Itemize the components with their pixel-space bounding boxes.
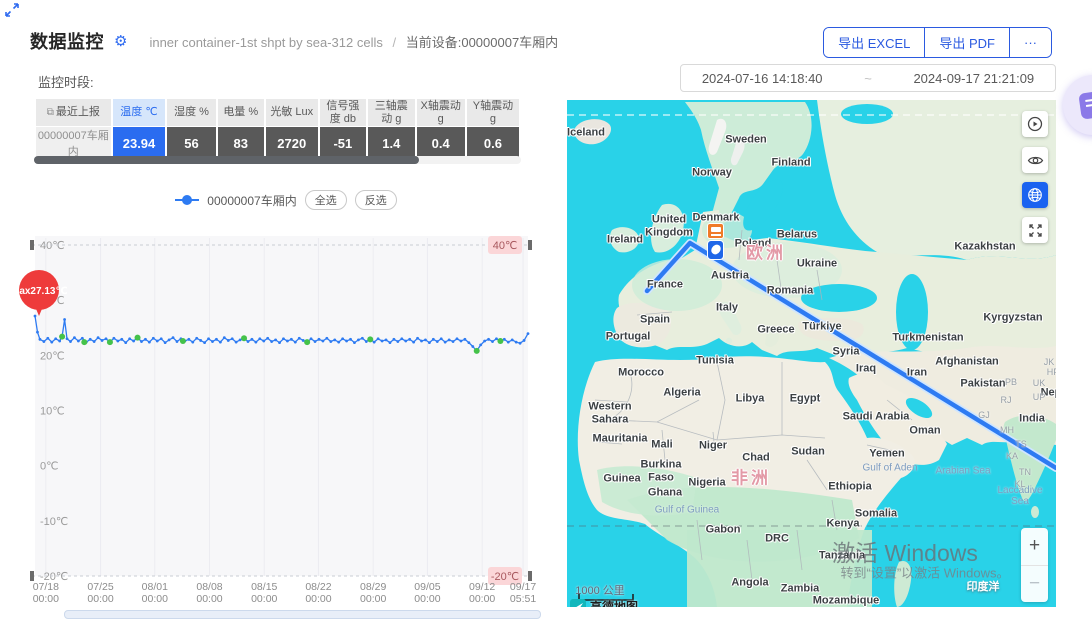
svg-text:max27.13℃: max27.13℃	[10, 286, 67, 297]
column-humidity[interactable]: 湿度 %	[167, 99, 215, 126]
chart-legend: 00000007车厢内 全选 反选	[30, 190, 542, 210]
svg-text:08/1500:00: 08/1500:00	[251, 581, 277, 605]
svg-text:08/0100:00: 08/0100:00	[142, 581, 168, 605]
vehicle-pin-icon	[707, 240, 724, 260]
svg-text:40℃: 40℃	[493, 240, 518, 252]
svg-text:09/0500:00: 09/0500:00	[414, 581, 440, 605]
zoom-out-button[interactable]: −	[1021, 566, 1048, 603]
svg-text:20℃: 20℃	[40, 350, 65, 362]
export-pdf-button[interactable]: 导出 PDF	[924, 28, 1009, 57]
svg-text:10℃: 10℃	[40, 406, 65, 418]
svg-text:07/1800:00: 07/1800:00	[33, 581, 59, 605]
device-data-table: ⧉最近上报 温度 ℃ 湿度 % 电量 % 光敏 Lux 信号强度 db 三轴震动…	[34, 98, 521, 160]
play-route-button[interactable]	[1022, 111, 1048, 137]
column-temperature[interactable]: 温度 ℃	[113, 99, 166, 126]
cell-signal[interactable]: -51	[320, 127, 366, 159]
export-excel-button[interactable]: 导出 EXCEL	[824, 28, 924, 57]
amap-logo: 高德地图	[570, 598, 638, 607]
cell-vibration-y[interactable]: 0.6	[467, 127, 519, 159]
cell-battery[interactable]: 83	[218, 127, 264, 159]
column-vibration-3axis[interactable]: 三轴震动 g	[368, 99, 414, 126]
svg-text:09/1705:51: 09/1705:51	[510, 581, 536, 605]
collapse-panel-icon[interactable]	[4, 2, 20, 18]
temperature-chart-canvas[interactable]: 40℃30℃20℃10℃0℃-10℃-20℃40℃-20℃07/1800:000…	[30, 228, 542, 619]
start-date-value[interactable]: 2024-07-16 14:18:40	[702, 71, 823, 86]
route-map[interactable]: IcelandNorwaySwedenFinlandUnited Kingdom…	[567, 100, 1056, 607]
breadcrumb-separator: /	[392, 35, 396, 50]
cell-light[interactable]: 2720	[266, 127, 318, 159]
cell-device-name[interactable]: 00000007车厢内	[36, 127, 111, 159]
table-header-row: ⧉最近上报 温度 ℃ 湿度 % 电量 % 光敏 Lux 信号强度 db 三轴震动…	[36, 99, 519, 126]
amap-logo-text: 高德地图	[590, 598, 638, 607]
cell-vibration-x[interactable]: 0.4	[417, 127, 465, 159]
svg-text:08/0800:00: 08/0800:00	[196, 581, 222, 605]
column-latest-report[interactable]: ⧉最近上报	[36, 99, 111, 126]
invert-selection-button[interactable]: 反选	[355, 190, 397, 210]
column-signal[interactable]: 信号强度 db	[320, 99, 366, 126]
table-scrollbar-thumb[interactable]	[34, 156, 419, 164]
activate-windows-hint: 转到“设置”以激活 Windows。	[840, 563, 1009, 582]
select-all-button[interactable]: 全选	[305, 190, 347, 210]
table-row: 00000007车厢内 23.94 56 83 2720 -51 1.4 0.4…	[36, 127, 519, 159]
visibility-toggle-button[interactable]	[1022, 147, 1048, 173]
svg-text:0℃: 0℃	[40, 461, 58, 473]
table-horizontal-scrollbar[interactable]	[34, 156, 521, 164]
column-battery[interactable]: 电量 %	[218, 99, 264, 126]
svg-text:-10℃: -10℃	[40, 516, 68, 528]
series-legend-label[interactable]: 00000007车厢内	[207, 192, 296, 209]
truck-icon	[707, 223, 724, 239]
column-vibration-y[interactable]: Y轴震动 g	[467, 99, 519, 126]
period-label: 监控时段:	[38, 72, 94, 91]
map-zoom-control: + −	[1021, 528, 1048, 602]
page-header: 数据监控 ⚙ inner container-1st shpt by sea-3…	[30, 28, 558, 54]
cell-humidity[interactable]: 56	[167, 127, 215, 159]
breadcrumb: inner container-1st shpt by sea-312 cell…	[149, 32, 558, 51]
chart-datazoom-slider[interactable]	[64, 610, 541, 619]
gear-icon[interactable]: ⚙	[114, 32, 127, 50]
vehicle-marker[interactable]	[707, 223, 725, 263]
fullscreen-button[interactable]	[1022, 217, 1048, 243]
page-title: 数据监控	[30, 28, 104, 54]
end-date-value[interactable]: 2024-09-17 21:21:09	[913, 71, 1034, 86]
assistant-doc-icon	[1078, 90, 1092, 119]
map-canvas	[567, 100, 1056, 607]
floating-assistant-button[interactable]	[1063, 75, 1092, 135]
current-device-label: 当前设备:00000007车厢内	[406, 35, 558, 50]
column-light[interactable]: 光敏 Lux	[266, 99, 318, 126]
series-line-icon[interactable]	[175, 199, 199, 201]
svg-text:09/1200:00: 09/1200:00	[469, 581, 495, 605]
cell-vibration-3axis[interactable]: 1.4	[368, 127, 414, 159]
svg-text:07/2500:00: 07/2500:00	[87, 581, 113, 605]
device-column-icon: ⧉	[47, 107, 54, 118]
more-actions-button[interactable]: ···	[1009, 28, 1051, 57]
export-button-group: 导出 EXCEL 导出 PDF ···	[823, 27, 1052, 58]
temperature-chart[interactable]: 40℃30℃20℃10℃0℃-10℃-20℃40℃-20℃07/1800:000…	[30, 228, 542, 619]
date-range-picker[interactable]: 2024-07-16 14:18:40 ~ 2024-09-17 21:21:0…	[680, 64, 1056, 92]
svg-text:08/2200:00: 08/2200:00	[305, 581, 331, 605]
amap-logo-icon	[570, 599, 586, 607]
svg-text:40℃: 40℃	[40, 240, 65, 252]
svg-text:08/2900:00: 08/2900:00	[360, 581, 386, 605]
date-range-tilde: ~	[864, 71, 872, 86]
zoom-in-button[interactable]: +	[1021, 528, 1048, 566]
cell-temperature[interactable]: 23.94	[113, 127, 166, 159]
column-vibration-x[interactable]: X轴震动 g	[417, 99, 465, 126]
world-map-button[interactable]	[1022, 182, 1048, 208]
